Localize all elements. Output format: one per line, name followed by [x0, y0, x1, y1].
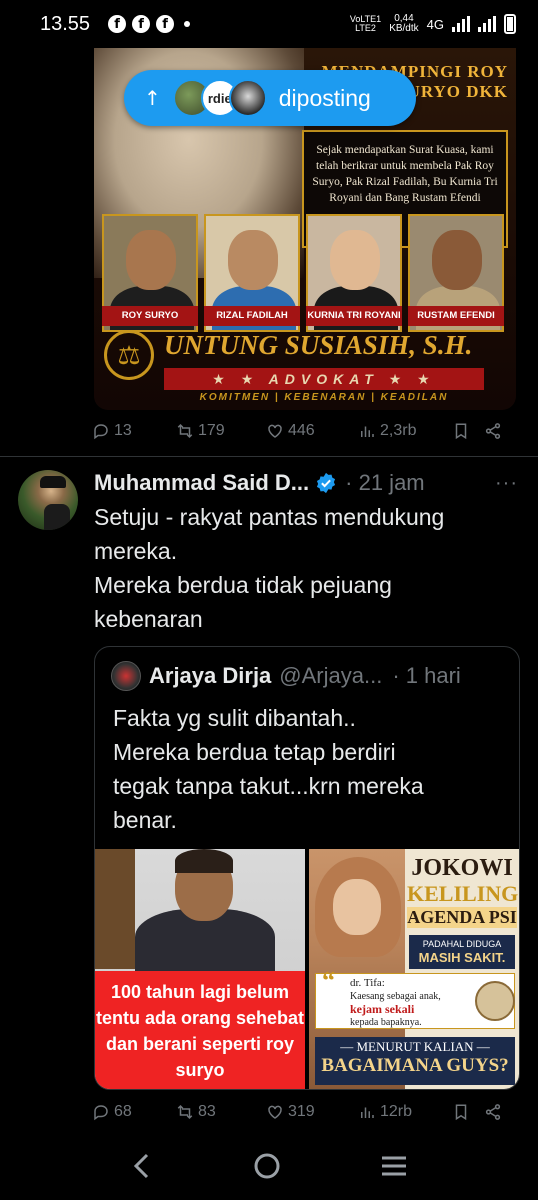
home-button[interactable] [252, 1151, 282, 1186]
verified-badge-icon [317, 472, 336, 494]
tweet-text: Setuju - rakyat pantas mendukung mereka.… [94, 504, 445, 632]
volte-indicator: VoLTE1 LTE2 [349, 14, 382, 33]
home-icon [254, 1153, 280, 1178]
quoted-tweet[interactable]: Arjaya Dirja @Arjaya... · 1 hari Fakta y… [94, 646, 520, 1090]
person-label: RUSTAM EFENDI [408, 306, 504, 326]
motto: KOMITMEN | KEBENARAN | KEADILAN [199, 392, 449, 403]
recents-button[interactable] [379, 1151, 409, 1186]
back-icon [133, 1153, 148, 1178]
more-options-icon[interactable]: ··· [495, 472, 518, 495]
quote-media-left[interactable]: 100 tahun lagi belum tentu ada orang seh… [95, 849, 305, 1089]
image-quote-text: Sejak mendapatkan Surat Kuasa, kami tela… [312, 144, 498, 204]
post-actions: 13 179 446 2,3rb [92, 418, 522, 444]
tweet-time: · 21 jam [345, 470, 425, 495]
media-caption: 100 tahun lagi belum tentu ada orang seh… [95, 971, 305, 1089]
network-type: 4G [426, 16, 444, 32]
heart-icon [268, 424, 282, 438]
signal-icon-2 [478, 16, 496, 32]
notification-icons: f f f [108, 15, 191, 33]
new-posts-pill[interactable]: ↑ rdie diposting [124, 70, 416, 126]
bookmark-icon [455, 423, 467, 440]
battery-icon [504, 14, 516, 34]
quote-author: Arjaya Dirja [149, 663, 272, 688]
reply-icon [94, 424, 108, 440]
quote-time: · 1 hari [392, 663, 461, 688]
like-button[interactable]: 446 [266, 422, 358, 440]
person-label: RIZAL FADILAH [204, 306, 300, 326]
bookmark-button[interactable] [452, 1103, 484, 1121]
share-icon [485, 423, 501, 439]
post-divider [0, 456, 538, 457]
avatar[interactable] [18, 470, 78, 530]
media-bottom-banner: — MENURUT KALIAN — BAGAIMANA GUYS? [315, 1037, 515, 1085]
avatar [111, 661, 141, 691]
quote-open-icon: “ [322, 966, 335, 995]
heart-icon [268, 1105, 282, 1119]
quote-header: Arjaya Dirja @Arjaya... · 1 hari [111, 661, 511, 691]
signal-icon [452, 16, 470, 32]
reply-button[interactable]: 68 [92, 1103, 176, 1121]
media-title: AGENDA PSI [407, 907, 517, 928]
pill-avatars: rdie [172, 79, 267, 117]
share-icon [485, 1104, 501, 1120]
quote-handle: @Arjaya... [279, 663, 383, 688]
bookmark-icon [455, 1104, 467, 1121]
tweet-actions: 68 83 319 12rb [92, 1099, 522, 1125]
advokat-label: ★ ★ ADVOKAT ★ ★ [164, 368, 484, 390]
facebook-icon: f [108, 15, 127, 33]
media-title: KELILING [407, 881, 519, 906]
media-title: JOKOWI [411, 855, 513, 881]
media-subtitle: PADAHAL DIDUGA MASIH SAKIT. [409, 935, 515, 969]
lawyer-name: UNTUNG SUSIASIH, S.H. [164, 330, 473, 360]
facebook-icon: f [132, 15, 151, 33]
quote-media-right[interactable]: JOKOWI KELILING AGENDA PSI PADAHAL DIDUG… [309, 849, 519, 1089]
status-time: 13.55 [40, 12, 91, 35]
back-button[interactable] [129, 1151, 155, 1186]
quote-text: Fakta yg sulit dibantah.. Mereka berdua … [113, 705, 424, 833]
facebook-icon: f [156, 15, 175, 33]
repost-button[interactable]: 83 [176, 1103, 266, 1121]
more-notifications-dot [184, 21, 191, 27]
system-nav-bar [0, 1136, 538, 1200]
reply-icon [94, 1105, 108, 1121]
repost-button[interactable]: 179 [176, 422, 266, 440]
repost-icon [177, 1104, 193, 1120]
author-name[interactable]: Muhammad Said D... [94, 470, 309, 496]
share-button[interactable] [484, 422, 508, 440]
pill-label: diposting [278, 84, 371, 111]
person-label: KURNIA TRI ROYANI [306, 306, 402, 326]
tweet-header: Muhammad Said D... · 21 jam ··· [94, 466, 518, 500]
share-button[interactable] [484, 1103, 508, 1121]
views-button[interactable]: 12rb [358, 1103, 452, 1121]
scale-icon: ⚖ [104, 330, 154, 380]
person-label: ROY SURYO [102, 306, 198, 326]
views-button[interactable]: 2,3rb [358, 422, 452, 440]
bookmark-button[interactable] [452, 422, 484, 440]
avatar [228, 79, 267, 117]
status-bar: 13.55 f f f VoLTE1 LTE2 0,44 KB/dtk 4G [0, 0, 538, 48]
status-right: VoLTE1 LTE2 0,44 KB/dtk 4G [350, 14, 516, 34]
network-speed: 0,44 KB/dtk [389, 13, 419, 34]
repost-icon [177, 423, 193, 439]
reply-button[interactable]: 13 [92, 422, 176, 440]
arrow-up-icon: ↑ [144, 86, 161, 110]
views-icon [361, 1107, 374, 1118]
recents-icon [382, 1156, 407, 1175]
like-button[interactable]: 319 [266, 1103, 358, 1121]
people-icon [475, 981, 515, 1021]
views-icon [361, 426, 374, 437]
